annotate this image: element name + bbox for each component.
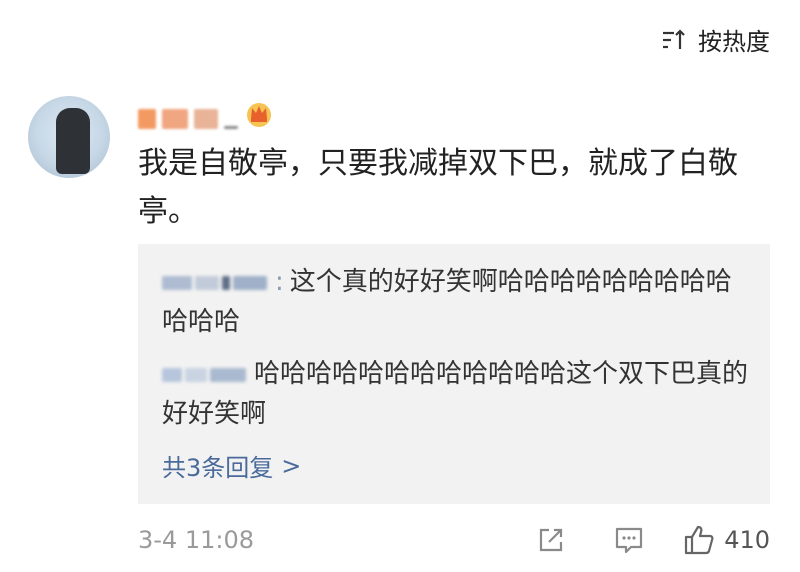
share-icon[interactable] (534, 523, 568, 557)
like-button[interactable]: 410 (682, 523, 770, 557)
reply-username (162, 275, 267, 290)
username[interactable] (138, 95, 274, 129)
like-count: 410 (724, 526, 770, 554)
view-all-replies-link[interactable]: 共3条回复 > (162, 448, 301, 483)
reply-box[interactable]: : 这个真的好好笑啊哈哈哈哈哈哈哈哈哈哈哈哈 哈哈哈哈哈哈哈哈哈哈哈哈这个双下巴真… (138, 244, 770, 504)
sort-icon (663, 28, 685, 49)
comment-text: 我是自敬亭，只要我减掉双下巴，就成了白敬亭。 (138, 146, 738, 229)
user-avatar[interactable] (28, 96, 110, 178)
sort-label: 按热度 (698, 28, 770, 56)
avatar-figure (56, 108, 90, 174)
username-blurred-part (138, 109, 156, 129)
reply-item[interactable]: 哈哈哈哈哈哈哈哈哈哈哈哈这个双下巴真的好好笑啊 (162, 354, 750, 434)
thumbs-up-icon (685, 525, 714, 555)
reply-item[interactable]: : 这个真的好好笑啊哈哈哈哈哈哈哈哈哈哈哈哈 (162, 262, 750, 342)
reply-colon: : (275, 267, 284, 297)
timestamp: 3-4 11:08 (138, 526, 254, 554)
sort-by-hot-button[interactable]: 按热度 (660, 22, 770, 57)
username-blurred-part (162, 109, 188, 129)
comment-footer: 3-4 11:08 410 (138, 520, 770, 560)
view-replies-label: 共3条回复 (162, 454, 274, 482)
crown-badge-icon (247, 103, 271, 127)
reply-text: 哈哈哈哈哈哈哈哈哈哈哈哈这个双下巴真的好好笑啊 (162, 359, 749, 429)
username-blurred-part (194, 109, 218, 129)
reply-username (162, 367, 246, 382)
username-underscore (224, 126, 238, 129)
comment-icon[interactable] (612, 523, 646, 557)
chevron-right-icon: > (281, 451, 302, 480)
